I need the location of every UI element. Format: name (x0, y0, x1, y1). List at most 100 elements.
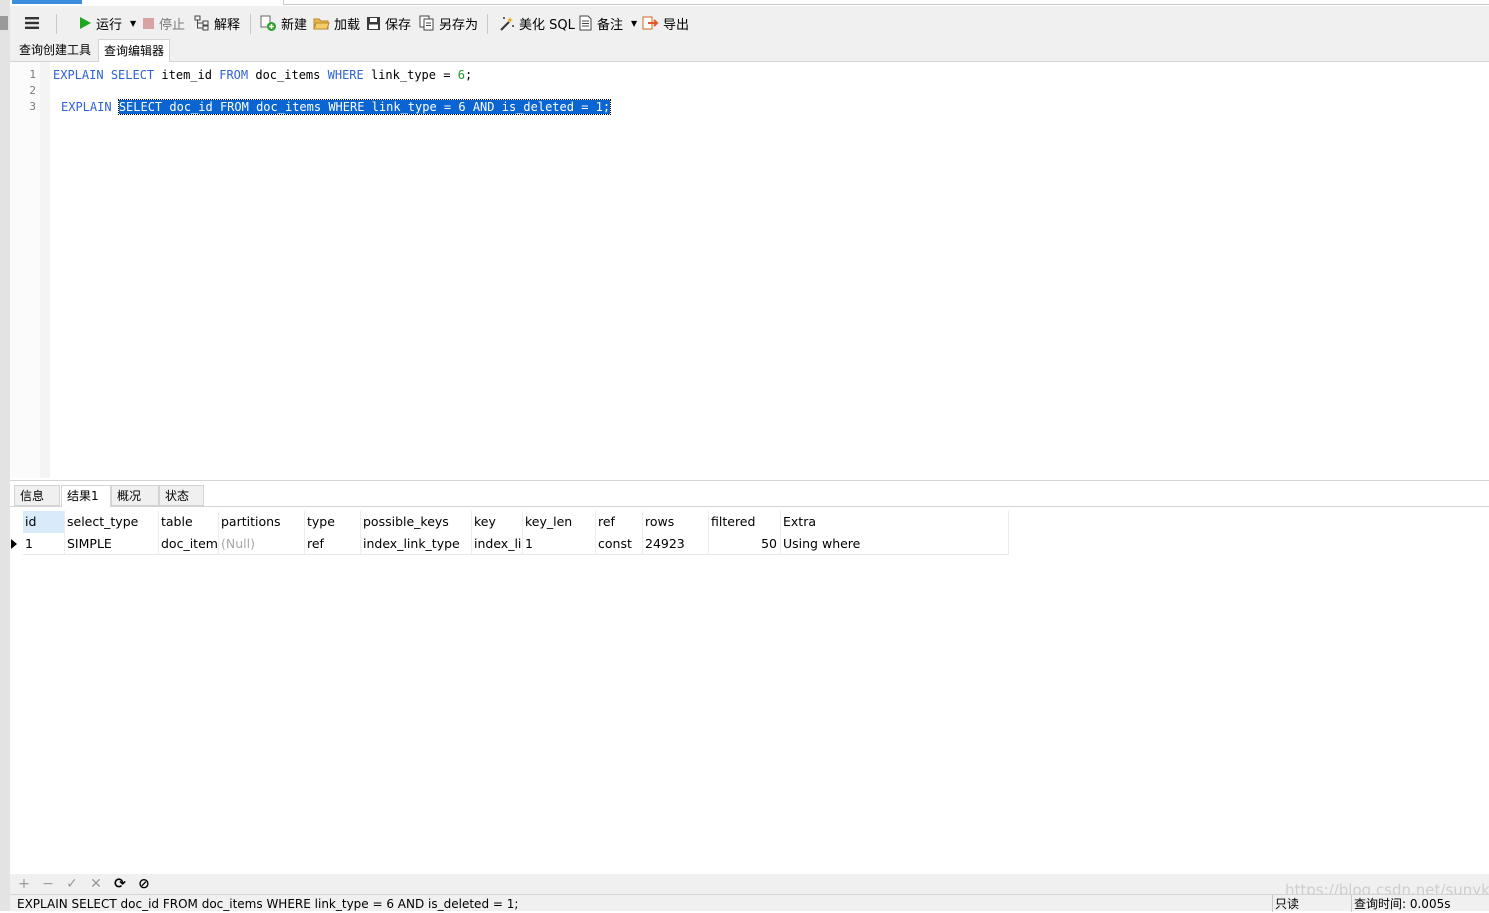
sql-terminator: ; (464, 68, 473, 82)
tab-status[interactable]: 状态 (159, 485, 204, 506)
beautify-sql-button[interactable]: 美化 SQL (498, 11, 575, 35)
column-header-possible-keys[interactable]: possible_keys (361, 511, 472, 533)
status-bar: EXPLAIN SELECT doc_id FROM doc_items WHE… (10, 894, 1489, 912)
hamburger-icon (24, 16, 40, 30)
magic-wand-icon (498, 15, 515, 32)
toolbar-separator (250, 14, 251, 34)
stop-loading-icon[interactable]: ⊘ (136, 876, 152, 892)
chevron-down-icon[interactable]: ▼ (130, 19, 136, 28)
cell-key[interactable]: index_link_type (472, 533, 523, 555)
column-header-ref[interactable]: ref (596, 511, 643, 533)
column-header-rows[interactable]: rows (643, 511, 709, 533)
cell-table[interactable]: doc_items (159, 533, 219, 555)
cell-extra[interactable]: Using where (781, 533, 1009, 555)
cell-type[interactable]: ref (305, 533, 361, 555)
comment-label: 备注 (597, 17, 624, 33)
result-panel: 信息 结果1 概况 状态 id select_type table partit… (10, 480, 1489, 874)
new-query-icon (260, 15, 277, 32)
cell-select-type[interactable]: SIMPLE (65, 533, 159, 555)
sql-keyword: EXPLAIN (53, 68, 104, 82)
load-label: 加载 (334, 17, 361, 33)
status-sql-text: EXPLAIN SELECT doc_id FROM doc_items WHE… (17, 897, 519, 911)
column-header-table[interactable]: table (159, 511, 219, 533)
stop-icon (142, 17, 155, 30)
apply-changes-icon[interactable]: ✓ (64, 876, 80, 892)
run-label: 运行 (96, 17, 123, 33)
explain-button[interactable]: 解释 (194, 11, 240, 35)
play-icon (78, 16, 92, 30)
toolbar-separator (487, 14, 488, 34)
run-button[interactable]: 运行 ▼ (78, 11, 136, 35)
delete-record-icon[interactable]: − (40, 876, 56, 892)
sql-keyword: FROM (219, 68, 249, 82)
column-header-id[interactable]: id (23, 511, 65, 533)
line-number: 3 (29, 100, 36, 113)
new-button[interactable]: 新建 (260, 11, 307, 35)
top-field-edge (283, 0, 1489, 5)
sql-identifier: link_type = (370, 68, 451, 82)
cell-id[interactable]: 1 (23, 533, 65, 555)
explain-icon (194, 15, 210, 31)
column-header-key-len[interactable]: key_len (523, 511, 596, 533)
tab-result-1[interactable]: 结果1 (61, 485, 111, 507)
tab-query-editor[interactable]: 查询编辑器 (98, 39, 171, 62)
column-header-filtered[interactable]: filtered (709, 511, 781, 533)
column-header-type[interactable]: type (305, 511, 361, 533)
comment-button[interactable]: 备注 ▼ (578, 11, 637, 35)
load-button[interactable]: 加载 (313, 11, 360, 35)
sql-number: 6 (457, 68, 465, 82)
cell-filtered[interactable]: 50 (709, 533, 781, 555)
column-header-select-type[interactable]: select_type (65, 511, 159, 533)
cell-ref[interactable]: const (596, 533, 643, 555)
current-row-marker-icon (11, 539, 17, 549)
sql-keyword: EXPLAIN (61, 100, 112, 114)
save-as-label: 另存为 (439, 17, 479, 33)
column-header-key[interactable]: key (472, 511, 523, 533)
tab-profile[interactable]: 概况 (111, 485, 159, 506)
cell-rows[interactable]: 24923 (643, 533, 709, 555)
line-number: 2 (29, 84, 36, 97)
explain-label: 解释 (214, 17, 241, 33)
export-button[interactable]: 导出 (642, 11, 689, 35)
line-number-gutter (10, 62, 40, 478)
folder-open-icon (313, 16, 330, 31)
cell-possible-keys[interactable]: index_link_type (361, 533, 472, 555)
discard-changes-icon[interactable]: ✕ (88, 876, 104, 892)
save-as-button[interactable]: 另存为 (419, 11, 478, 35)
column-header-partitions[interactable]: partitions (219, 511, 305, 533)
stop-label: 停止 (159, 17, 186, 33)
cell-key-len[interactable]: 1 (523, 533, 596, 555)
grid-header-row: id select_type table partitions type pos… (23, 511, 1009, 533)
new-label: 新建 (281, 17, 308, 33)
sql-identifier: item_id (161, 68, 212, 82)
tab-info[interactable]: 信息 (14, 485, 60, 506)
sql-editor[interactable]: 1 2 3 EXPLAIN SELECT item_id FROM doc_it… (10, 62, 1489, 478)
beautify-label: 美化 SQL (519, 17, 575, 33)
save-label: 保存 (385, 17, 412, 33)
column-header-extra[interactable]: Extra (781, 511, 1009, 533)
sidebar-handle[interactable] (0, 16, 8, 30)
status-query-time: 查询时间: 0.005s (1351, 895, 1450, 912)
save-icon (366, 16, 381, 31)
sql-keyword: SELECT (110, 68, 155, 82)
save-as-icon (419, 15, 435, 31)
sql-keyword: WHERE (327, 68, 364, 82)
table-row[interactable]: 1 SIMPLE doc_items (Null) ref index_link… (11, 533, 1009, 555)
sql-line-3[interactable]: EXPLAIN SELECT doc_id FROM doc_items WHE… (61, 99, 612, 115)
save-button[interactable]: 保存 (366, 11, 411, 35)
add-record-icon[interactable]: + (16, 876, 32, 892)
result-tab-bar: 信息 结果1 概况 状态 (10, 483, 1489, 507)
menu-button[interactable] (24, 11, 40, 35)
main-toolbar: 运行 ▼ 停止 解释 新建 加载 保存 另存为 美化 SQL 备注 ▼ 导出 (10, 6, 1489, 40)
sql-identifier: doc_items (255, 68, 321, 82)
toolbar-separator (56, 14, 57, 34)
cell-partitions[interactable]: (Null) (219, 533, 305, 555)
tab-query-builder[interactable]: 查询创建工具 (14, 39, 96, 61)
refresh-icon[interactable]: ⟳ (112, 876, 128, 892)
sql-line-1[interactable]: EXPLAIN SELECT item_id FROM doc_items WH… (53, 67, 472, 83)
selected-sql-text[interactable]: SELECT doc_id FROM doc_items WHERE link_… (117, 99, 612, 115)
export-icon (642, 15, 659, 31)
stop-button[interactable]: 停止 (142, 11, 185, 35)
export-label: 导出 (663, 17, 690, 33)
chevron-down-icon[interactable]: ▼ (631, 19, 637, 28)
